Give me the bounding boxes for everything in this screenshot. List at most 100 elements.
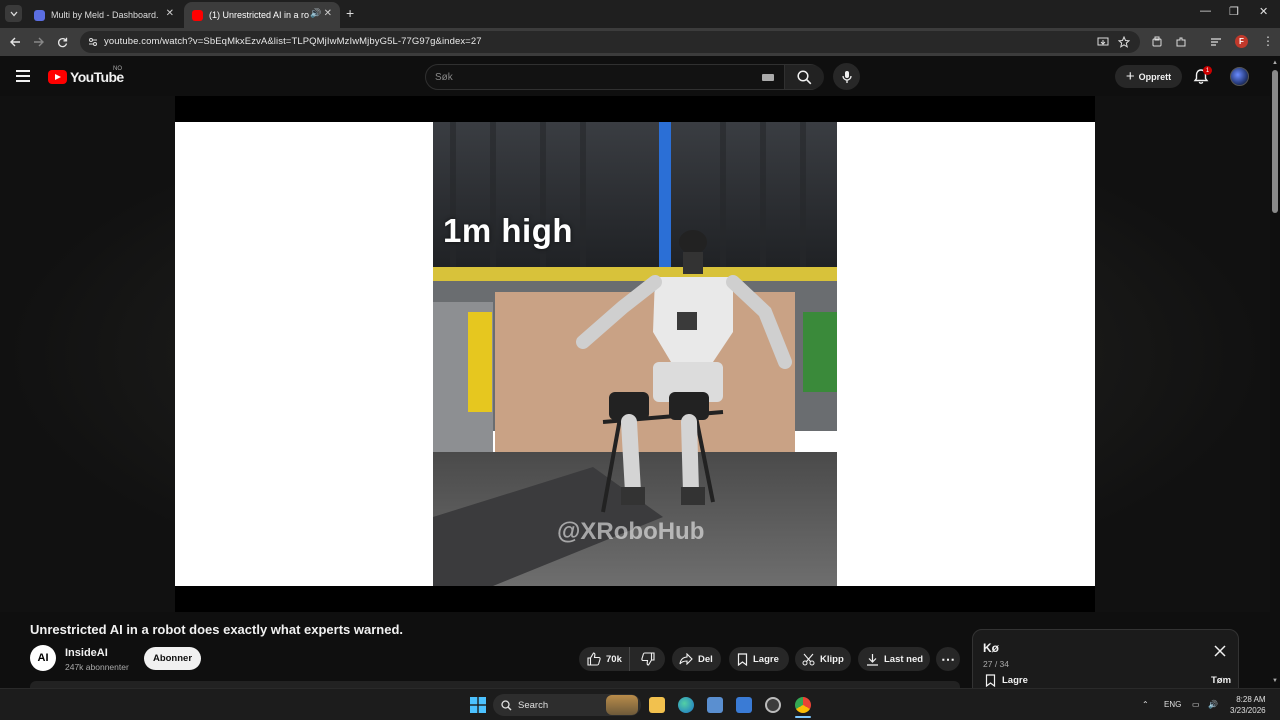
tab-search-button[interactable] [5, 5, 22, 22]
clock-date: 3/23/2026 [1230, 706, 1266, 715]
download-label: Last ned [884, 653, 924, 665]
search-button[interactable] [784, 65, 824, 89]
tab-label: (1) Unrestricted AI in a robo [209, 10, 309, 20]
dislike-button[interactable] [630, 647, 665, 671]
puzzle-icon[interactable] [1175, 36, 1187, 48]
subscribe-button[interactable]: Abonner [144, 647, 201, 670]
create-label: Opprett [1138, 71, 1172, 82]
download-button[interactable]: Last ned [858, 647, 930, 671]
like-dislike-group: 70k [579, 647, 665, 671]
browser-toolbar: youtube.com/watch?v=SbEqMkxEzvA&list=TLP… [0, 28, 1280, 56]
reload-button[interactable] [53, 33, 71, 51]
clip-label: Klipp [820, 653, 844, 665]
queue-title: Kø [983, 641, 999, 655]
youtube-logo[interactable]: YouTube NO [48, 66, 124, 85]
chrome-icon[interactable] [795, 697, 811, 713]
youtube-play-icon [48, 70, 67, 84]
video-caption: 1m high [443, 212, 574, 249]
close-window-icon[interactable]: ✕ [1259, 5, 1268, 18]
url-text: youtube.com/watch?v=SbEqMkxEzvA&list=TLP… [104, 36, 482, 47]
app-circle-icon[interactable] [765, 697, 781, 713]
forward-button[interactable] [29, 33, 47, 51]
site-info-icon[interactable] [88, 37, 98, 47]
clock-time: 8:28 AM [1236, 695, 1266, 704]
notification-badge: 1 [1203, 66, 1212, 75]
edge-browser-icon[interactable] [678, 697, 694, 713]
new-tab-button[interactable]: + [346, 5, 354, 21]
close-icon[interactable] [1213, 644, 1227, 658]
bookmark-icon [737, 652, 748, 666]
taskbar-search-label: Search [518, 699, 549, 711]
create-button[interactable]: + Opprett [1115, 65, 1182, 88]
volume-icon[interactable]: 🔊 [1208, 700, 1218, 709]
menu-icon[interactable] [16, 70, 30, 82]
language-indicator[interactable]: ENG [1164, 700, 1181, 709]
plus-icon: + [1125, 68, 1135, 85]
extension-icon[interactable] [1151, 36, 1163, 48]
scissors-icon [802, 653, 815, 666]
address-bar[interactable]: youtube.com/watch?v=SbEqMkxEzvA&list=TLP… [80, 31, 1140, 53]
clip-button[interactable]: Klipp [795, 647, 851, 671]
queue-save-button[interactable]: Lagre [985, 674, 1028, 687]
keyboard-icon[interactable] [762, 74, 774, 81]
queue-clear-button[interactable]: Tøm [1211, 675, 1231, 686]
more-menu-icon[interactable]: ⋮ [1262, 34, 1274, 48]
country-code: NO [113, 66, 122, 72]
share-label: Del [698, 653, 713, 665]
voice-search-button[interactable] [833, 63, 860, 90]
download-icon [866, 653, 879, 666]
save-label: Lagre [753, 653, 779, 665]
meld-favicon-icon [34, 9, 45, 21]
like-button[interactable]: 70k [579, 647, 630, 671]
speaker-icon[interactable]: 🔊 [310, 8, 321, 19]
close-tab-icon[interactable]: ✕ [166, 8, 174, 19]
search-box [425, 64, 824, 90]
thumbs-down-icon [640, 652, 655, 666]
snipping-tool-icon[interactable] [736, 697, 752, 713]
tab-multi-by-meld[interactable]: Multi by Meld - Dashboard. ✕ [26, 2, 182, 28]
save-button[interactable]: Lagre [729, 647, 789, 671]
tab-youtube-video[interactable]: (1) Unrestricted AI in a robo 🔊 ✕ [184, 2, 340, 28]
youtube-favicon-icon [192, 9, 203, 21]
search-icon [501, 699, 512, 710]
profile-avatar[interactable]: F [1235, 35, 1248, 48]
back-button[interactable] [6, 33, 24, 51]
queue-save-label: Lagre [1002, 675, 1028, 686]
screen: Multi by Meld - Dashboard. ✕ (1) Unrestr… [0, 0, 1280, 720]
scrollbar-thumb[interactable] [1272, 70, 1278, 213]
queue-position: 27 / 34 [983, 659, 1009, 669]
browser-tab-strip: Multi by Meld - Dashboard. ✕ (1) Unrestr… [0, 0, 1280, 28]
like-count: 70k [606, 653, 622, 665]
arrow-right-icon [33, 37, 44, 47]
network-icon[interactable]: ▭ [1192, 700, 1200, 709]
tab-label: Multi by Meld - Dashboard. [51, 10, 159, 20]
minimize-icon[interactable]: — [1200, 5, 1211, 17]
youtube-header: YouTube NO + Opprett 1 [0, 56, 1280, 96]
reading-list-icon[interactable] [1210, 36, 1222, 48]
tray-overflow-icon[interactable]: ⌃ [1142, 700, 1149, 709]
scroll-up-arrow-icon[interactable]: ▲ [1272, 60, 1278, 66]
microphone-icon [841, 70, 852, 83]
search-input[interactable] [435, 70, 755, 85]
video-content[interactable]: 1m high @XRoboHub [433, 122, 837, 586]
arrow-left-icon [9, 37, 20, 47]
channel-avatar[interactable]: AI [30, 645, 56, 671]
install-app-icon[interactable] [1097, 36, 1109, 48]
system-clock[interactable]: 8:28 AM 3/23/2026 [1230, 694, 1266, 716]
scroll-down-arrow-icon[interactable]: ▼ [1272, 678, 1278, 684]
bookmark-star-icon[interactable] [1118, 36, 1130, 48]
account-avatar[interactable] [1230, 67, 1249, 86]
windows-start-icon[interactable] [470, 697, 486, 713]
file-explorer-icon[interactable] [649, 697, 665, 713]
description-box[interactable] [30, 681, 960, 688]
more-actions-button[interactable]: ⋯ [936, 647, 960, 671]
search-icon [797, 69, 812, 84]
restore-icon[interactable]: ❐ [1229, 5, 1239, 18]
channel-name[interactable]: InsideAI [65, 647, 108, 659]
close-tab-icon[interactable]: ✕ [324, 8, 332, 19]
app-window-icon[interactable] [707, 697, 723, 713]
chevron-down-icon [10, 11, 17, 16]
windows-taskbar: Search ⌃ ENG ▭ 🔊 8:28 AM 3/23/2026 [0, 688, 1280, 720]
share-button[interactable]: Del [672, 647, 721, 671]
search-highlight-image [606, 695, 638, 715]
